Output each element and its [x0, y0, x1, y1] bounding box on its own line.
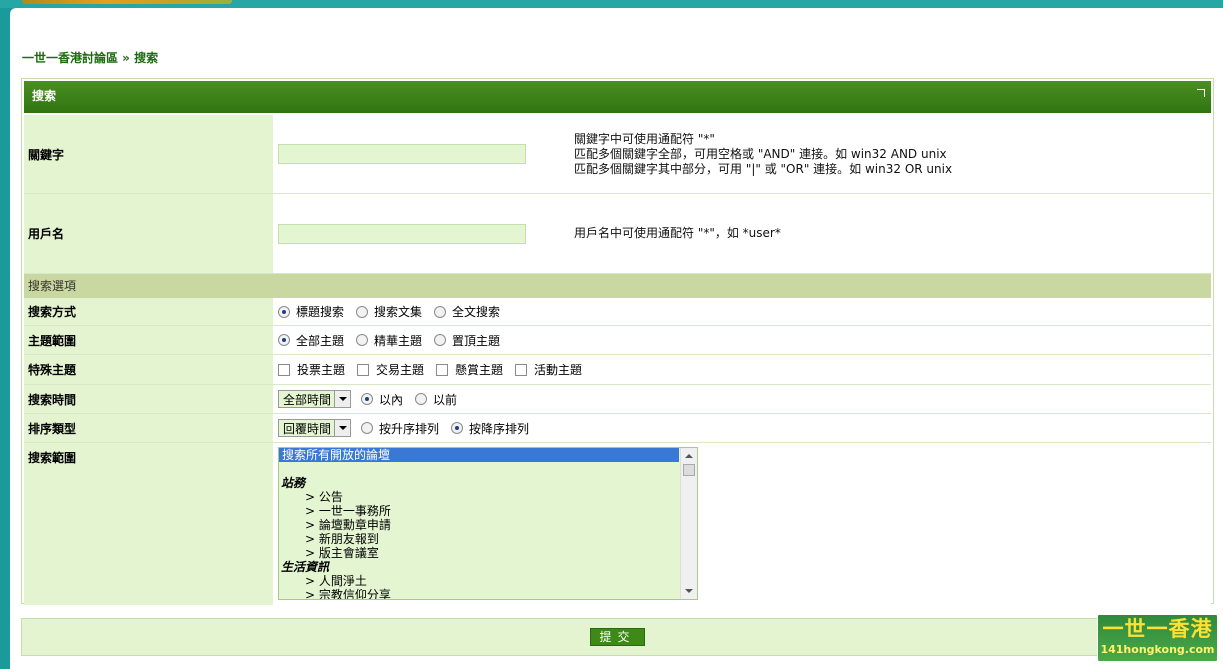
search-form-panel: 搜索 關鍵字 關鍵字中可使用通配符 "*" 匹配多個關鍵字全部，可用空格或 "A… [21, 78, 1214, 605]
scope-digest-radio[interactable]: 精華主題 [356, 332, 422, 349]
scroll-down-icon [685, 589, 693, 593]
panel-header: 搜索 [24, 81, 1211, 113]
collapse-icon[interactable] [1197, 89, 1205, 97]
username-input[interactable] [278, 223, 526, 244]
keyword-label: 關鍵字 [24, 115, 273, 193]
sort-type-label: 排序類型 [24, 414, 273, 442]
special-threads-row: 特殊主題 投票主題 交易主題 懸賞主題 活動主題 [24, 355, 1211, 385]
listbox-scrollbar[interactable] [680, 448, 697, 599]
list-group: 生活資訊 [281, 560, 330, 574]
time-before-radio[interactable]: 以前 [415, 391, 457, 408]
activity-thread-checkbox[interactable]: 活動主題 [515, 361, 582, 378]
keyword-hint: 關鍵字中可使用通配符 "*" 匹配多個關鍵字全部，可用空格或 "AND" 連接。… [574, 131, 953, 176]
poll-thread-checkbox[interactable]: 投票主題 [278, 361, 345, 378]
list-item[interactable]: > 宗教信仰分享 [279, 588, 697, 599]
list-item[interactable]: > 版主會議室 [279, 546, 697, 560]
list-item[interactable]: > 論壇勳章申請 [279, 518, 697, 532]
page-content: 一世一香港討論區 » 搜索 搜索 關鍵字 關鍵字中可使用通配符 "*" 匹配多個… [10, 8, 1223, 669]
search-mode-title-radio[interactable]: 標題搜索 [278, 303, 344, 320]
keyword-input[interactable] [278, 144, 526, 164]
search-mode-collection-radio[interactable]: 搜索文集 [356, 303, 422, 320]
search-mode-row: 搜索方式 標題搜索 搜索文集 全文搜索 [24, 298, 1211, 326]
scroll-up-icon [685, 454, 693, 458]
sort-desc-radio[interactable]: 按降序排列 [451, 420, 529, 437]
trade-thread-checkbox[interactable]: 交易主題 [357, 361, 424, 378]
sort-field-select[interactable]: 回覆時間 [278, 419, 352, 437]
panel-title: 搜索 [32, 89, 57, 103]
top-banner [0, 0, 1223, 8]
sort-asc-radio[interactable]: 按升序排列 [361, 420, 439, 437]
list-item[interactable]: > 新朋友報到 [279, 532, 697, 546]
scope-all-radio[interactable]: 全部主題 [278, 332, 344, 349]
search-time-label: 搜索時間 [24, 385, 273, 413]
search-time-select[interactable]: 全部時間 [278, 390, 352, 408]
list-item[interactable]: > 公告 [279, 490, 697, 504]
search-range-label: 搜索範圍 [24, 443, 273, 605]
sort-type-row: 排序類型 回覆時間 按升序排列 按降序排列 [24, 414, 1211, 443]
submit-button[interactable]: 提交 [590, 628, 645, 646]
forum-listbox[interactable]: 搜索所有開放的論壇 站務 > 公告 > 一世一事務所 > 論壇勳章申請 > 新朋… [278, 447, 698, 600]
list-item[interactable]: > 一世一事務所 [279, 504, 697, 518]
thread-scope-label: 主題範圍 [24, 326, 273, 354]
list-item[interactable]: > 人間淨土 [279, 574, 697, 588]
list-group: 站務 [281, 476, 306, 490]
submit-bar: 提交 [21, 618, 1214, 656]
scroll-thumb [683, 464, 695, 476]
search-range-row: 搜索範圍 搜索所有開放的論壇 站務 > 公告 > 一世一事務所 > 論壇勳章申請… [24, 443, 1211, 605]
keyword-row: 關鍵字 關鍵字中可使用通配符 "*" 匹配多個關鍵字全部，可用空格或 "AND"… [24, 115, 1211, 194]
chevron-down-icon [334, 391, 351, 407]
list-item[interactable]: 搜索所有開放的論壇 [279, 448, 679, 462]
special-threads-label: 特殊主題 [24, 355, 273, 384]
search-time-row: 搜索時間 全部時間 以內 以前 [24, 385, 1211, 414]
search-mode-fulltext-radio[interactable]: 全文搜索 [434, 303, 500, 320]
time-within-radio[interactable]: 以內 [361, 391, 403, 408]
breadcrumb[interactable]: 一世一香港討論區 » 搜索 [22, 49, 158, 66]
username-row: 用戶名 用戶名中可使用通配符 "*"，如 *user* [24, 194, 1211, 274]
reward-thread-checkbox[interactable]: 懸賞主題 [436, 361, 503, 378]
scope-sticky-radio[interactable]: 置頂主題 [434, 332, 500, 349]
watermark-brand: 一世一香港 [1102, 617, 1213, 641]
search-options-header: 搜索選項 [24, 274, 1211, 298]
chevron-down-icon [334, 420, 351, 436]
username-hint: 用戶名中可使用通配符 "*"，如 *user* [574, 226, 781, 240]
brand-watermark: 一世一香港 141hongkong.com [1097, 614, 1218, 662]
site-logo[interactable] [22, 0, 232, 4]
search-mode-label: 搜索方式 [24, 298, 273, 325]
watermark-domain: 141hongkong.com [1100, 643, 1215, 656]
thread-scope-row: 主題範圍 全部主題 精華主題 置頂主題 [24, 326, 1211, 355]
username-label: 用戶名 [24, 194, 273, 273]
